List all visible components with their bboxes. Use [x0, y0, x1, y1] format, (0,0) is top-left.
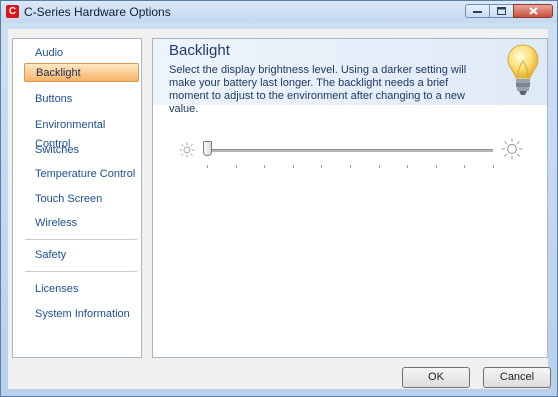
slider-tick: [464, 165, 465, 168]
slider-tick: [321, 165, 322, 168]
slider-tick: [379, 165, 380, 168]
slider-tick: [436, 165, 437, 168]
title-bar[interactable]: C C-Series Hardware Options: [1, 1, 557, 23]
sidebar-item-licenses[interactable]: Licenses: [17, 280, 137, 299]
sidebar-item-buttons[interactable]: Buttons: [17, 90, 137, 109]
dim-sun-icon: [179, 142, 195, 158]
slider-tick: [407, 165, 408, 168]
content-header: Backlight Select the display brightness …: [153, 39, 547, 115]
minimize-icon: [473, 10, 482, 13]
page-title: Backlight: [169, 42, 230, 59]
maximize-button[interactable]: [489, 4, 513, 18]
lightbulb-icon: [507, 44, 539, 95]
slider-tick: [207, 165, 208, 168]
content-panel: Backlight Select the display brightness …: [152, 38, 548, 358]
ok-button[interactable]: OK: [402, 367, 470, 388]
cancel-button[interactable]: Cancel: [483, 367, 551, 388]
slider-thumb[interactable]: [203, 141, 212, 156]
sidebar-divider: [25, 271, 137, 272]
brightness-slider[interactable]: [171, 137, 523, 177]
sidebar-item-system-information[interactable]: System Information: [17, 305, 137, 324]
sidebar-item-switches[interactable]: Switches: [17, 141, 137, 160]
window-title: C-Series Hardware Options: [24, 5, 171, 19]
page-description: Select the display brightness level. Usi…: [169, 64, 467, 115]
slider-tick: [350, 165, 351, 168]
minimize-button[interactable]: [465, 4, 489, 18]
sidebar-item-audio[interactable]: Audio: [17, 44, 137, 63]
sidebar: Audio Backlight Buttons Environmental Co…: [12, 38, 142, 358]
sidebar-item-touch-screen[interactable]: Touch Screen: [17, 190, 137, 209]
sidebar-item-environmental-control[interactable]: Environmental Control: [17, 116, 137, 150]
sidebar-item-backlight[interactable]: Backlight: [24, 63, 139, 82]
close-button[interactable]: [513, 4, 553, 18]
close-icon: [528, 7, 538, 15]
bright-sun-icon: [501, 138, 523, 160]
sidebar-item-safety[interactable]: Safety: [17, 246, 137, 265]
sidebar-item-wireless[interactable]: Wireless: [17, 214, 137, 233]
slider-tick: [293, 165, 294, 168]
maximize-icon: [497, 7, 506, 15]
slider-track[interactable]: [207, 149, 493, 152]
caption-buttons: [465, 4, 553, 19]
sidebar-item-temperature-control[interactable]: Temperature Control: [17, 165, 137, 184]
slider-tick: [264, 165, 265, 168]
app-icon: C: [6, 5, 19, 18]
slider-tick: [236, 165, 237, 168]
slider-tick: [493, 165, 494, 168]
sidebar-divider: [25, 239, 137, 240]
